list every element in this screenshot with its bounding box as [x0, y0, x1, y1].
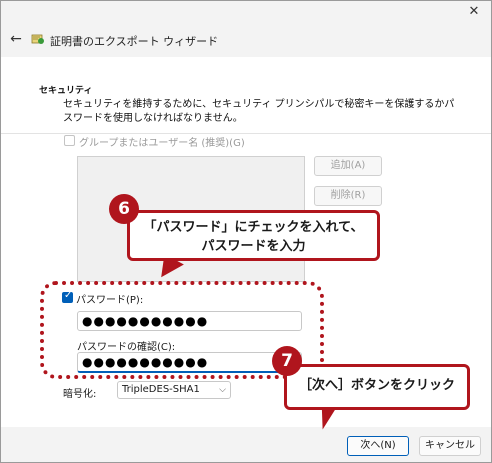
close-button[interactable]: ✕ [463, 3, 485, 21]
step6-badge: 6 [109, 194, 139, 224]
encryption-value: TripleDES-SHA1 [122, 384, 200, 395]
certificate-icon [31, 34, 44, 44]
encryption-label: 暗号化: [63, 389, 97, 400]
delete-button[interactable]: 削除(R) [314, 186, 382, 206]
encryption-select[interactable]: TripleDES-SHA1 ⌵ [117, 381, 231, 399]
callout6-line1: 「パスワード」にチェックを入れて、 [143, 220, 364, 235]
group-user-checkbox[interactable] [64, 135, 75, 146]
security-description: セキュリティを維持するために、セキュリティ プリンシパルで秘密キーを保護するかパ… [63, 99, 455, 124]
next-button[interactable]: 次へ(N) [347, 436, 409, 456]
title-bar: ✕ [1, 1, 491, 23]
group-user-label: グループまたはユーザー名 (推奨)(G) [79, 138, 245, 149]
step7-badge: 7 [272, 346, 302, 376]
back-button[interactable]: ← [7, 30, 25, 48]
add-button[interactable]: 追加(A) [314, 156, 382, 176]
callout-step6: 「パスワード」にチェックを入れて、 パスワードを入力 [127, 210, 380, 261]
callout6-line2: パスワードを入力 [201, 239, 306, 254]
cancel-button[interactable]: キャンセル [419, 436, 481, 456]
wizard-title: 証明書のエクスポート ウィザード [50, 35, 219, 48]
wizard-footer: 次へ(N) キャンセル [1, 427, 491, 462]
wizard-header: ← 証明書のエクスポート ウィザード [1, 23, 491, 57]
divider [1, 133, 491, 134]
chevron-down-icon: ⌵ [219, 385, 226, 395]
security-heading: セキュリティ [39, 86, 93, 96]
callout-step7: ［次へ］ボタンをクリック [284, 364, 470, 410]
